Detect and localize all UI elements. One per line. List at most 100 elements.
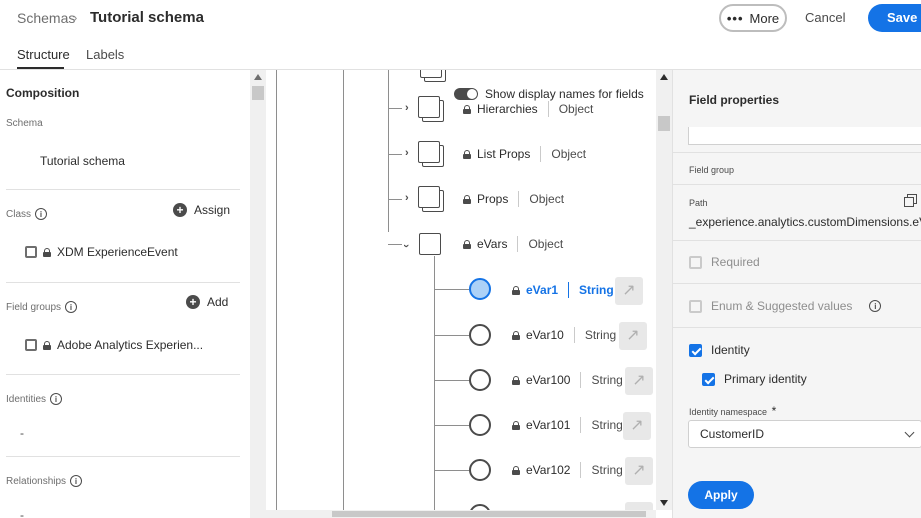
arrow-up-right-icon[interactable]: ↗ [625, 502, 653, 510]
divider [6, 282, 240, 283]
arrow-up-right-icon[interactable]: ↗ [623, 412, 651, 440]
add-field-group-button[interactable]: + Add [186, 295, 228, 309]
description-textarea[interactable] [688, 127, 921, 145]
primary-identity-checkbox[interactable]: Primary identity [702, 372, 807, 386]
scroll-up-icon[interactable] [254, 74, 262, 80]
toggle-switch[interactable] [454, 88, 478, 100]
checkbox-checked[interactable] [702, 372, 715, 386]
tree-horizontal-scrollbar[interactable] [266, 510, 656, 518]
field-radio-selected[interactable] [469, 278, 491, 300]
left-scrollbar[interactable] [250, 70, 266, 518]
identity-label: Identity [711, 343, 750, 357]
chevron-right-icon[interactable]: › [405, 192, 409, 204]
scroll-thumb[interactable] [252, 86, 264, 100]
class-label-row: Class i [6, 208, 48, 220]
checkbox-box[interactable] [689, 255, 702, 269]
primary-identity-label: Primary identity [724, 372, 807, 386]
identity-checkbox[interactable]: Identity [689, 343, 750, 357]
chevron-right-icon[interactable]: › [405, 102, 409, 114]
checkbox-box[interactable] [689, 299, 702, 313]
field-radio[interactable] [469, 459, 491, 481]
tree-branch [434, 425, 469, 426]
info-icon[interactable]: i [50, 393, 63, 405]
lock-icon [463, 194, 471, 204]
field-name: eVar100 [526, 373, 571, 387]
field-radio[interactable] [469, 324, 491, 346]
scroll-thumb[interactable] [332, 511, 646, 517]
arrow-up-right-icon[interactable]: ↗ [615, 277, 643, 305]
add-label: Add [207, 295, 229, 309]
field-radio[interactable] [469, 369, 491, 391]
node-name: List Props [477, 147, 531, 161]
tree-field-evar1[interactable]: eVar1 String [512, 282, 614, 298]
field-name: eVar102 [526, 463, 571, 477]
tab-structure[interactable]: Structure [17, 47, 70, 62]
tree-branch [388, 199, 402, 200]
arrow-up-right-icon[interactable]: ↗ [625, 367, 653, 395]
identity-namespace-select[interactable]: CustomerID [688, 420, 921, 448]
tree-field-evar101[interactable]: eVar101 String [512, 417, 623, 433]
cancel-button[interactable]: Cancel [805, 10, 845, 25]
namespace-value: CustomerID [700, 427, 765, 441]
arrow-up-right-icon[interactable]: ↗ [625, 457, 653, 485]
field-radio[interactable] [469, 414, 491, 436]
save-button[interactable]: Save [868, 4, 921, 32]
copy-icon[interactable] [904, 194, 917, 207]
lock-icon [43, 340, 51, 350]
tree-vertical-scrollbar[interactable] [656, 70, 672, 510]
enum-checkbox[interactable]: Enum & Suggested values i [689, 299, 882, 313]
node-type: Object [529, 192, 565, 206]
info-icon[interactable]: i [869, 300, 882, 312]
tree-branch [434, 289, 469, 290]
more-button[interactable]: ••• More [719, 4, 787, 32]
assign-label: Assign [194, 203, 231, 217]
chevron-right-icon[interactable]: › [405, 147, 409, 159]
tree-node-props[interactable]: Props Object [463, 191, 564, 207]
field-name: eVar101 [526, 418, 571, 432]
tree-branch [434, 335, 469, 336]
lock-icon [512, 465, 520, 475]
display-names-toggle[interactable]: Show display names for fields [454, 87, 648, 101]
assign-class-button[interactable]: + Assign [173, 203, 230, 217]
class-checkbox[interactable] [25, 246, 37, 258]
tree-node-evars[interactable]: eVars Object [463, 236, 563, 252]
chevron-down-icon[interactable]: › [400, 244, 412, 248]
breadcrumb-schemas[interactable]: Schemas [17, 10, 75, 26]
class-item[interactable]: XDM ExperienceEvent [25, 245, 178, 259]
tree-field-evar102[interactable]: eVar102 String [512, 462, 623, 478]
tree-field-evar10[interactable]: eVar10 String [512, 327, 616, 343]
node-name: Props [477, 192, 509, 206]
tree-node-hierarchies[interactable]: Hierarchies Object [463, 101, 593, 117]
tree-guide-line [343, 70, 344, 510]
enum-label: Enum & Suggested values [711, 299, 853, 313]
scroll-thumb[interactable] [658, 116, 670, 131]
lock-icon [463, 149, 471, 159]
lock-icon [512, 330, 520, 340]
lock-icon [463, 239, 471, 249]
field-group-checkbox[interactable] [25, 339, 37, 351]
field-groups-label-row: Field groups i [6, 301, 78, 313]
page-title: Tutorial schema [90, 9, 204, 26]
chevron-down-icon [904, 427, 915, 438]
divider [673, 283, 921, 284]
top-bar: Schemas › Tutorial schema ••• More Cance… [0, 0, 921, 36]
info-icon[interactable]: i [65, 301, 78, 313]
tree-field-evar100[interactable]: eVar100 String [512, 372, 623, 388]
more-button-label: More [749, 10, 780, 26]
info-icon[interactable]: i [70, 475, 83, 487]
field-group-label: Field group [689, 165, 735, 175]
apply-button[interactable]: Apply [688, 481, 754, 509]
scroll-down-icon[interactable] [660, 500, 668, 506]
schema-label: Schema [6, 118, 43, 129]
schema-name[interactable]: Tutorial schema [40, 154, 125, 168]
tab-labels[interactable]: Labels [86, 47, 124, 62]
info-icon[interactable]: i [35, 208, 48, 220]
tree-node-list-props[interactable]: List Props Object [463, 146, 586, 162]
checkbox-checked[interactable] [689, 343, 702, 357]
tree-guide-line [276, 70, 277, 510]
scroll-up-icon[interactable] [660, 74, 668, 80]
required-checkbox[interactable]: Required [689, 255, 760, 269]
arrow-up-right-icon[interactable]: ↗ [619, 322, 647, 350]
field-group-item[interactable]: Adobe Analytics Experien... [25, 338, 203, 352]
field-groups-label: Field groups [6, 301, 62, 313]
